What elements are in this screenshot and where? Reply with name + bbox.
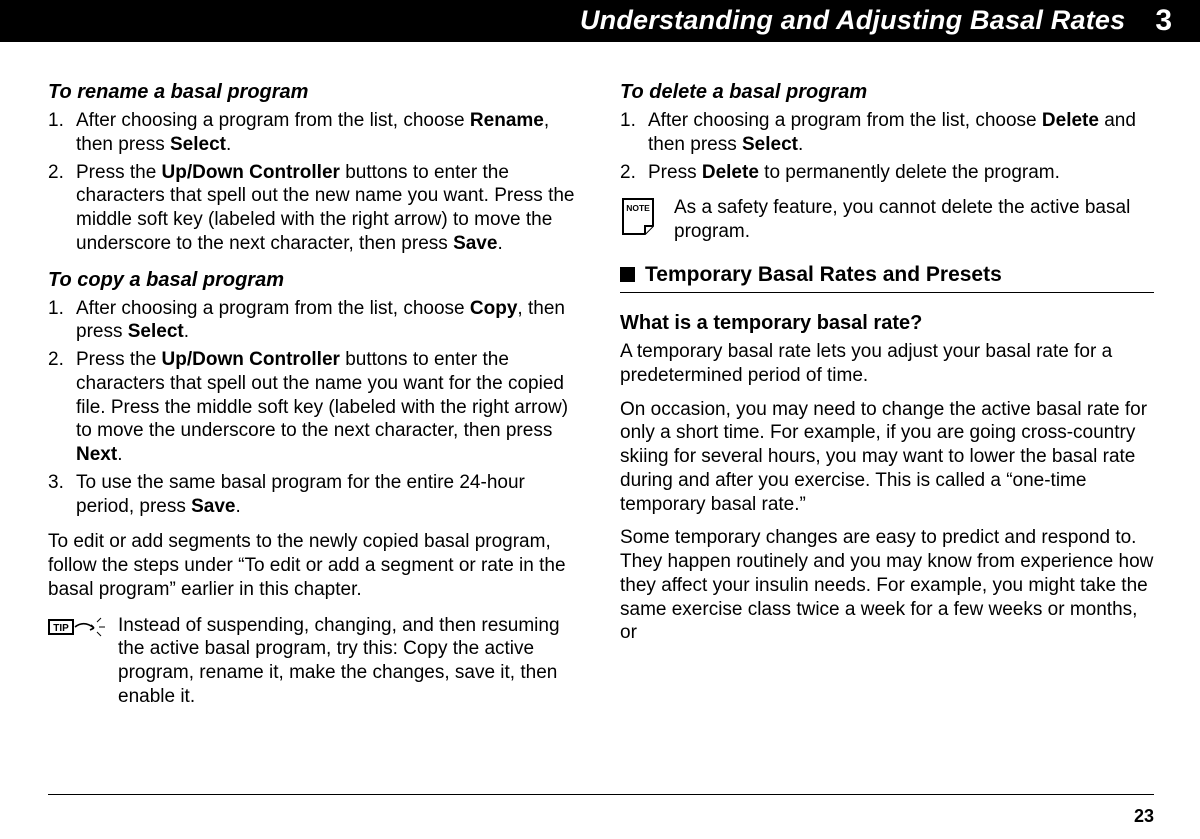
rename-steps: After choosing a program from the list, … — [48, 109, 582, 256]
text: To use the same basal program for the en… — [76, 472, 525, 517]
note-text: As a safety feature, you cannot delete t… — [674, 196, 1154, 244]
bold: Rename — [470, 110, 544, 131]
temp-p3: Some temporary changes are easy to predi… — [620, 526, 1154, 645]
heading-copy: To copy a basal program — [48, 268, 582, 293]
section-rule — [620, 292, 1154, 293]
text: . — [798, 134, 803, 155]
text: Press the — [76, 162, 162, 183]
bold: Next — [76, 444, 117, 465]
page-number: 23 — [1134, 805, 1154, 828]
right-column: To delete a basal program After choosing… — [620, 80, 1154, 723]
bold: Save — [191, 496, 235, 517]
delete-steps: After choosing a program from the list, … — [620, 109, 1154, 184]
list-item: After choosing a program from the list, … — [48, 297, 582, 345]
section-heading: Temporary Basal Rates and Presets — [645, 262, 1002, 288]
bold: Save — [453, 233, 497, 254]
tip-icon: TIP — [48, 614, 106, 648]
list-item: Press the Up/Down Controller buttons to … — [48, 161, 582, 256]
list-item: After choosing a program from the list, … — [48, 109, 582, 157]
tip-text: Instead of suspending, changing, and the… — [118, 614, 582, 709]
list-item: Press the Up/Down Controller buttons to … — [48, 348, 582, 467]
page-header: Understanding and Adjusting Basal Rates … — [0, 0, 1200, 42]
tip-callout: TIP Instead of suspending, changing, and… — [48, 614, 582, 709]
copy-steps: After choosing a program from the list, … — [48, 297, 582, 519]
temp-p1: A temporary basal rate lets you adjust y… — [620, 340, 1154, 388]
bold: Select — [742, 134, 798, 155]
text: After choosing a program from the list, … — [648, 110, 1042, 131]
tip-label: TIP — [53, 623, 69, 634]
text: to permanently delete the program. — [759, 162, 1060, 183]
list-item: Press Delete to permanently delete the p… — [620, 161, 1154, 185]
heading-delete: To delete a basal program — [620, 80, 1154, 105]
text: . — [117, 444, 122, 465]
heading-rename: To rename a basal program — [48, 80, 582, 105]
bold: Up/Down Controller — [162, 162, 340, 183]
text: Press — [648, 162, 702, 183]
text: . — [226, 134, 231, 155]
section-heading-row: Temporary Basal Rates and Presets — [620, 262, 1154, 288]
bold: Select — [128, 321, 184, 342]
text: . — [236, 496, 241, 517]
note-icon: NOTE — [620, 196, 662, 230]
section-bullet-icon — [620, 267, 635, 282]
list-item: To use the same basal program for the en… — [48, 471, 582, 519]
bold: Copy — [470, 298, 518, 319]
bold: Delete — [702, 162, 759, 183]
bold: Delete — [1042, 110, 1099, 131]
list-item: After choosing a program from the list, … — [620, 109, 1154, 157]
note-callout: NOTE As a safety feature, you cannot del… — [620, 196, 1154, 244]
text: . — [497, 233, 502, 254]
footer-rule — [48, 794, 1154, 795]
text: After choosing a program from the list, … — [76, 110, 470, 131]
text: After choosing a program from the list, … — [76, 298, 470, 319]
page-content: To rename a basal program After choosing… — [0, 80, 1200, 723]
note-label: NOTE — [626, 203, 650, 213]
left-column: To rename a basal program After choosing… — [48, 80, 582, 723]
copy-followup: To edit or add segments to the newly cop… — [48, 530, 582, 601]
text: . — [184, 321, 189, 342]
chapter-title: Understanding and Adjusting Basal Rates — [580, 4, 1125, 38]
bold: Up/Down Controller — [162, 349, 340, 370]
bold: Select — [170, 134, 226, 155]
chapter-number: 3 — [1155, 2, 1172, 40]
temp-p2: On occasion, you may need to change the … — [620, 398, 1154, 517]
heading-temp: What is a temporary basal rate? — [620, 311, 1154, 336]
text: Press the — [76, 349, 162, 370]
